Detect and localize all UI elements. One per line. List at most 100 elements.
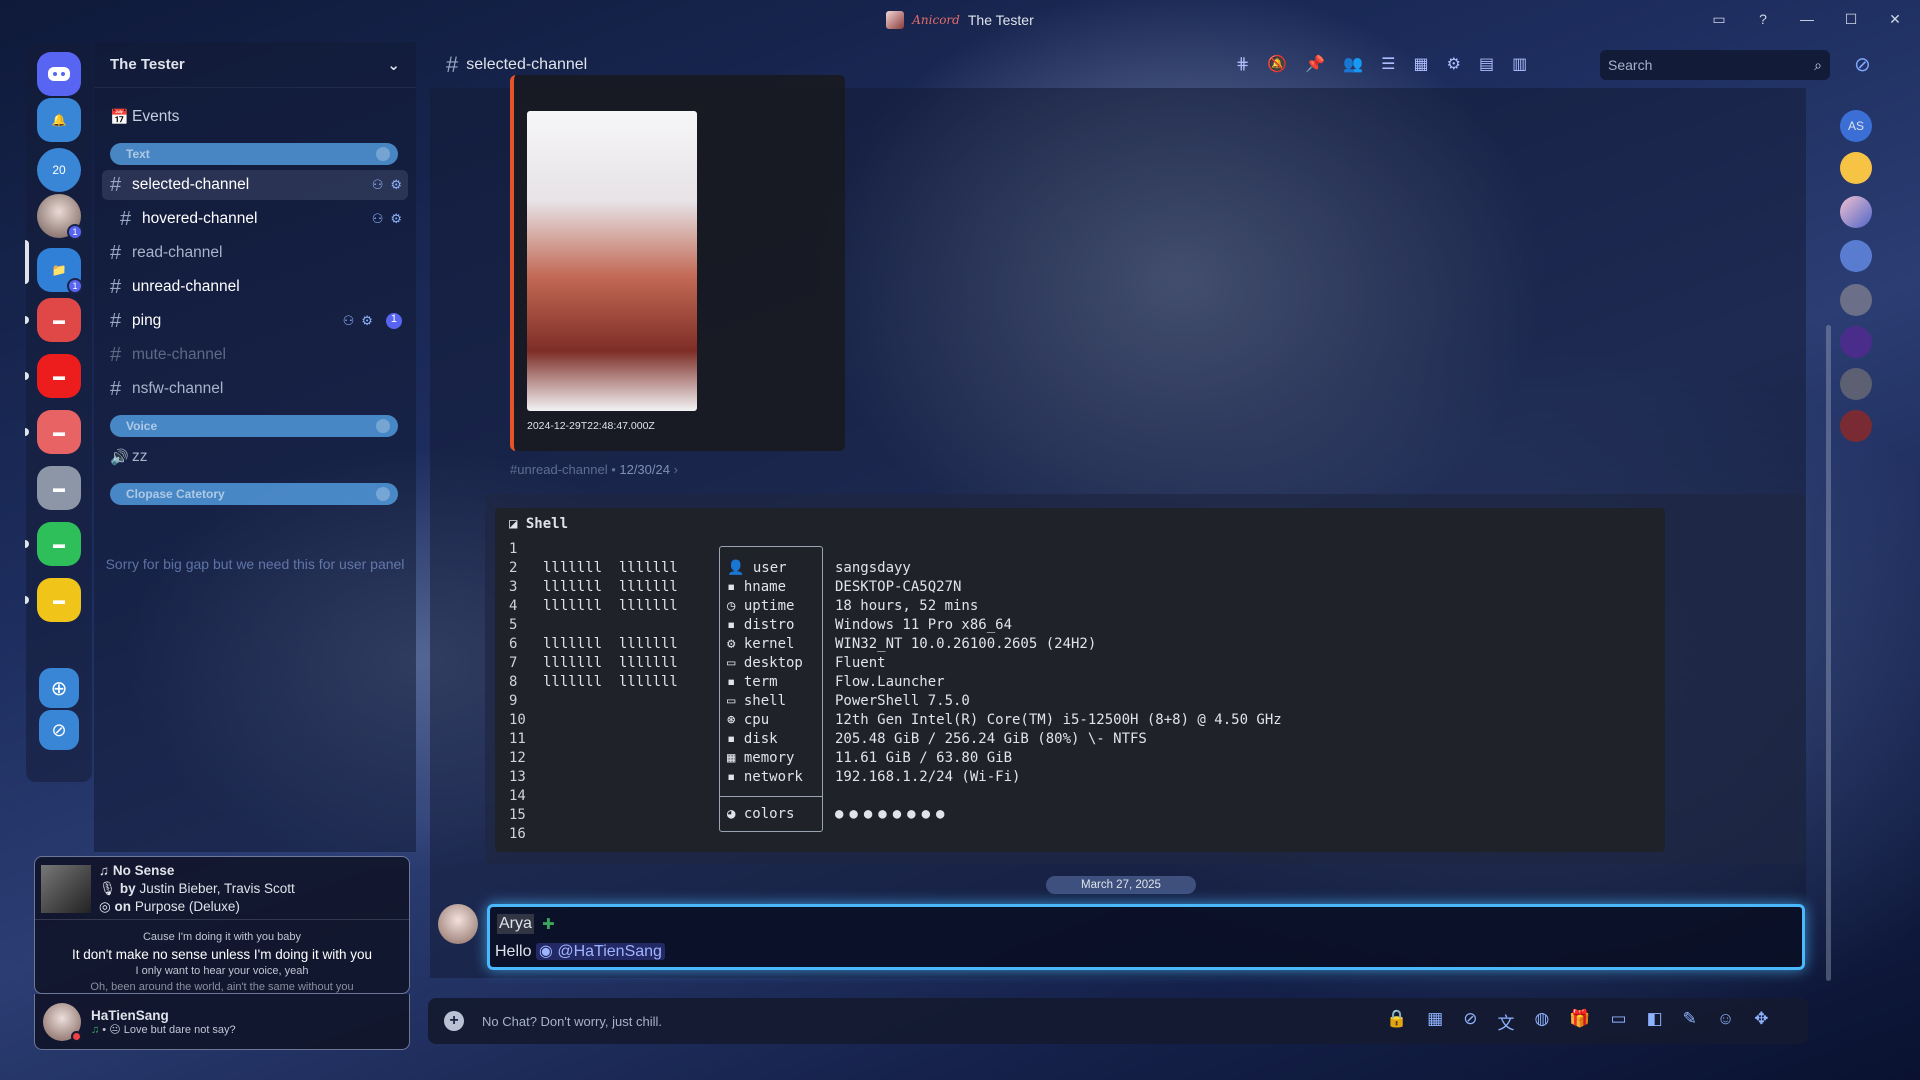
invite-icon[interactable]: ⚇ <box>343 313 355 329</box>
reply-reference[interactable]: #unread-channel • 12/30/24 › <box>510 462 678 477</box>
home-button[interactable] <box>37 52 81 96</box>
folder-icon: ▬ <box>53 369 65 383</box>
member-avatar[interactable] <box>1840 196 1872 228</box>
channel-ping[interactable]: # ping ⚇ ⚙ 1 <box>102 306 408 336</box>
dm-avatar[interactable]: 1 <box>37 194 83 240</box>
invite-icon[interactable]: ⚇ <box>372 177 384 193</box>
translate-icon[interactable]: 文 <box>1497 1009 1514 1034</box>
server-folder-gray[interactable]: ▬ <box>37 466 81 510</box>
forum-icon[interactable]: ☰ <box>1381 54 1395 74</box>
add-channel-icon[interactable] <box>376 487 390 501</box>
threads-icon[interactable]: ⋕ <box>1236 54 1249 74</box>
server-folder-bright-red[interactable]: ▬ <box>25 354 81 398</box>
user-mention[interactable]: ◉ @HaTienSang <box>535 943 665 960</box>
mic-off-icon[interactable]: ⊘ <box>1463 1009 1477 1034</box>
message-author[interactable]: Arya <box>497 914 534 934</box>
embed-image[interactable] <box>527 111 697 411</box>
add-attachment-button[interactable]: + <box>444 1011 464 1031</box>
avatar[interactable] <box>43 1002 82 1042</box>
folder-icon: ▬ <box>53 593 65 607</box>
lyric-prev: Cause I'm doing it with you baby <box>142 931 302 943</box>
member-avatar[interactable] <box>1840 152 1872 184</box>
calendar-icon[interactable]: ▦ <box>1414 54 1429 74</box>
scrollbar[interactable] <box>1826 325 1831 981</box>
minimize-icon[interactable]: — <box>1796 8 1818 30</box>
hash-icon: # <box>110 343 122 366</box>
gear-icon[interactable]: ⚙ <box>390 211 402 227</box>
album-row: ◎ on Purpose (Deluxe) <box>99 899 240 915</box>
member-avatar[interactable]: AS <box>1840 110 1872 142</box>
discover-button[interactable]: ⊘ <box>39 710 79 750</box>
server-folder-red[interactable]: ▬ <box>25 298 81 342</box>
member-avatar[interactable] <box>1840 368 1872 400</box>
app-icon[interactable]: ◍ <box>1534 1009 1549 1034</box>
member-avatar[interactable] <box>1840 284 1872 316</box>
settings-icon[interactable]: ⚙ <box>1447 54 1461 74</box>
add-channel-icon[interactable] <box>376 419 390 433</box>
channel-nsfw[interactable]: # nsfw-channel <box>102 374 408 404</box>
server-folder-blue[interactable]: 📁 1 <box>25 240 83 294</box>
lock-icon[interactable]: 🔒 <box>1386 1009 1407 1034</box>
notifications-button[interactable]: 🔔 <box>37 98 81 142</box>
track-title[interactable]: No Sense <box>113 863 175 878</box>
members-icon[interactable]: 👥 <box>1343 54 1363 74</box>
guild-header[interactable]: The Tester ⌄ <box>94 42 416 88</box>
channel-muted[interactable]: # mute-channel <box>102 340 408 370</box>
server-rail: 🔔 20 1 📁 1 ▬ ▬ ▬ ▬ ▬ ▬ ⊕ ⊘ <box>25 42 92 782</box>
code-title-text: Shell <box>525 516 569 532</box>
gear-icon[interactable]: ⚙ <box>361 313 373 329</box>
reply-channel: #unread-channel <box>510 462 608 477</box>
server-folder-yellow[interactable]: ▬ <box>25 578 81 622</box>
help-icon[interactable]: ? <box>1752 8 1774 30</box>
member-avatar[interactable] <box>1840 326 1872 358</box>
channel-selected[interactable]: # selected-channel ⚇ ⚙ <box>102 170 408 200</box>
palette-icon: ◕ <box>727 806 736 822</box>
server-folder-pink[interactable]: ▬ <box>25 410 81 454</box>
gif-icon[interactable]: ▭ <box>1611 1009 1627 1034</box>
hash-icon: # <box>110 173 122 196</box>
server-folder-green[interactable]: ▬ <box>25 522 81 566</box>
close-icon[interactable]: ✕ <box>1884 8 1906 30</box>
events-item[interactable]: 📅 Events <box>102 102 408 132</box>
avatar[interactable] <box>438 904 478 944</box>
discord-icon <box>48 67 70 81</box>
lyric-next: I only want to hear your voice, yeah <box>135 965 309 977</box>
add-server-button[interactable]: ⊕ <box>39 668 79 708</box>
album-art[interactable] <box>41 865 91 913</box>
channel-label: read-channel <box>132 244 223 261</box>
voice-channel[interactable]: 🔊 zz <box>102 442 408 472</box>
channel-read[interactable]: # read-channel <box>102 238 408 268</box>
album-name[interactable]: Purpose (Deluxe) <box>135 899 240 914</box>
channel-unread[interactable]: # unread-channel <box>102 272 408 302</box>
member-avatar[interactable] <box>1840 410 1872 442</box>
inbox-icon[interactable]: ▭ <box>1708 8 1730 30</box>
unread-pill <box>25 596 29 604</box>
friends-button[interactable]: 20 <box>37 148 81 192</box>
category-voice[interactable]: Voice <box>110 415 398 437</box>
maximize-icon[interactable]: ☐ <box>1840 8 1862 30</box>
compass-icon[interactable]: ⊘ <box>1854 52 1871 77</box>
key-box-separator <box>720 796 822 797</box>
app-logo <box>886 11 905 29</box>
emoji-icon[interactable]: ☺ <box>1717 1009 1734 1034</box>
invite-icon[interactable]: ⚇ <box>372 211 384 227</box>
category-collapsed[interactable]: Clopase Catetory <box>110 483 398 505</box>
notes-icon[interactable]: ▤ <box>1479 54 1494 74</box>
calendar-icon[interactable]: ▦ <box>1427 1009 1443 1034</box>
artists[interactable]: Justin Bieber, Travis Scott <box>139 881 294 896</box>
gear-icon[interactable]: ⚙ <box>390 177 402 193</box>
apps-icon[interactable]: ✥ <box>1754 1009 1768 1034</box>
composer-input[interactable]: No Chat? Don't worry, just chill. <box>482 1014 662 1029</box>
mute-icon[interactable]: 🔕 <box>1267 54 1287 74</box>
music-note-icon: ♫ <box>99 863 110 878</box>
category-text[interactable]: Text <box>110 143 398 165</box>
add-channel-icon[interactable] <box>376 147 390 161</box>
channel-hovered[interactable]: # hovered-channel ⚇ ⚙ <box>112 204 408 234</box>
bookmark-icon[interactable]: ▥ <box>1512 54 1527 74</box>
sticker-icon[interactable]: ◧ <box>1647 1009 1663 1034</box>
gift-icon[interactable]: 🎁 <box>1569 1009 1590 1034</box>
member-avatar[interactable] <box>1840 240 1872 272</box>
pin-icon[interactable]: 📌 <box>1305 54 1325 74</box>
brush-icon[interactable]: ✎ <box>1683 1009 1697 1034</box>
search-input[interactable]: Search ⌕ <box>1600 50 1830 80</box>
